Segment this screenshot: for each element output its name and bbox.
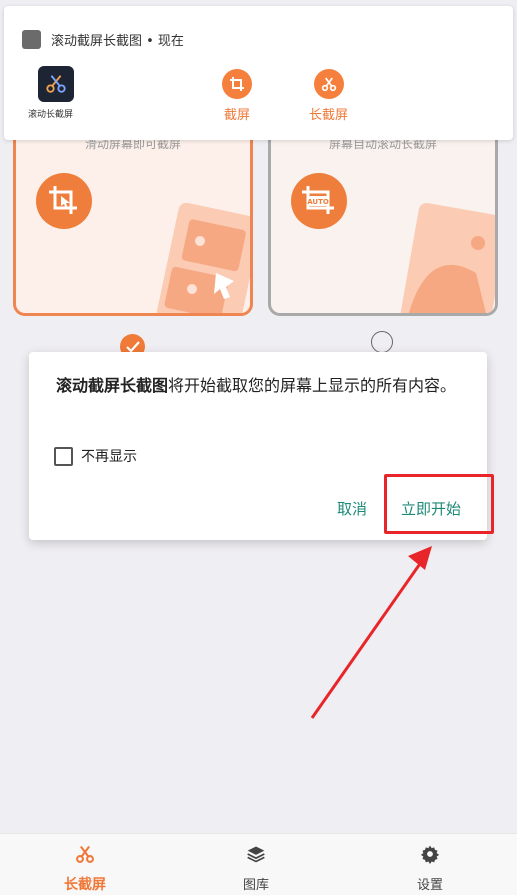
nav-long-screenshot[interactable]: 长截屏 [64,844,106,894]
dialog-message-body: 将开始截取您的屏幕上显示的所有内容。 [168,376,457,395]
start-button-highlight [384,474,494,534]
nav-label: 图库 [243,878,270,893]
dialog-message: 滚动截屏长截图将开始截取您的屏幕上显示的所有内容。 [56,372,466,399]
notification-header: 滚动截屏长截图 • 现在 [22,30,184,49]
nav-gallery[interactable]: 图库 [243,844,269,893]
scroll-illustration [156,203,250,313]
scissors-icon [313,69,344,99]
unselected-radio[interactable] [371,331,393,353]
scroll-screenshot-card[interactable]: 滑动屏幕即可截屏 [13,110,253,316]
nav-label: 设置 [417,878,444,893]
notification-long-screenshot-label: 长截屏 [309,108,349,123]
auto-crop-icon: AUTO [291,173,347,229]
layers-icon [246,844,266,868]
bottom-navigation: 长截屏 图库 设置 [0,833,517,895]
notification-screenshot-label: 截屏 [223,108,250,123]
auto-scroll-screenshot-card[interactable]: 屏幕自动滚动长截屏 AUTO [268,110,498,316]
dont-show-again-option[interactable]: 不再显示 [54,446,137,466]
touch-crop-icon [36,173,92,229]
notification-title: 滚动截屏长截图 • 现在 [51,34,184,49]
scissors-icon [75,844,95,868]
app-logo-label: 滚动长截屏 [28,110,74,120]
dont-show-checkbox[interactable] [54,446,73,466]
notification-long-screenshot-button[interactable]: 长截屏 [309,69,348,123]
notification-screenshot-button[interactable]: 截屏 [222,69,252,123]
crop-icon [222,69,252,99]
app-small-icon [22,30,41,49]
auto-badge-text: AUTO [307,198,329,206]
nav-settings[interactable]: 设置 [417,844,443,893]
nav-label: 长截屏 [64,877,106,893]
dont-show-label: 不再显示 [81,449,137,465]
gear-icon [420,844,440,868]
notification-card[interactable]: 滚动截屏长截图 • 现在 滚动长截屏 截屏 长截屏 [4,6,513,140]
auto-scroll-illustration [399,203,495,313]
app-logo-icon [38,66,74,102]
dialog-app-name: 滚动截屏长截图 [56,376,169,395]
cancel-button[interactable]: 取消 [337,498,367,519]
